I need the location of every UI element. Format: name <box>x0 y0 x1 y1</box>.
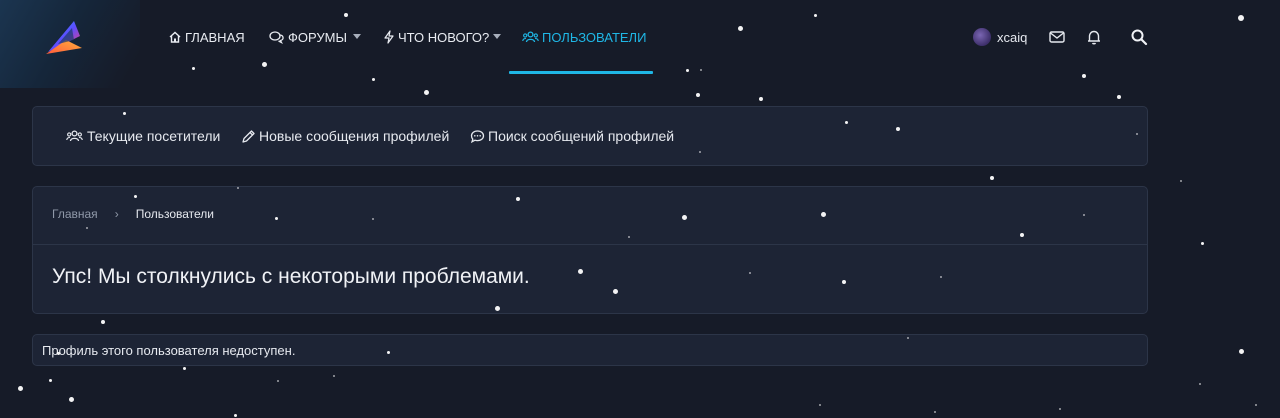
nav-home-label: ГЛАВНАЯ <box>185 29 245 45</box>
pencil-icon <box>242 129 255 143</box>
username: xcaiq <box>997 29 1028 45</box>
snowflake <box>759 97 763 101</box>
chevron-down-icon[interactable] <box>493 34 501 39</box>
nav-whats-new-label: ЧТО НОВОГО? <box>398 29 490 45</box>
breadcrumb: Главная › Пользователи <box>52 207 214 221</box>
header: ГЛАВНАЯ ФОРУМЫ ЧТО НОВОГО? ПОЛЬЗОВАТЕЛИ … <box>0 0 1280 88</box>
chevron-right-icon: › <box>114 207 119 221</box>
active-nav-indicator <box>509 71 653 74</box>
site-logo[interactable] <box>0 0 140 88</box>
bell-icon <box>1088 30 1100 45</box>
snowflake <box>1059 408 1061 410</box>
search-button[interactable] <box>1130 28 1148 46</box>
logo-icon <box>46 21 82 54</box>
snowflake <box>233 413 237 417</box>
content-panel: Главная › Пользователи Упс! Мы столкнули… <box>32 186 1148 314</box>
forums-icon <box>269 31 284 44</box>
snowflake <box>1200 241 1204 245</box>
snowflake <box>423 89 429 95</box>
nav-users-label: ПОЛЬЗОВАТЕЛИ <box>542 29 647 45</box>
snowflake <box>1180 180 1182 182</box>
subnav-new-profile-posts[interactable]: Новые сообщения профилей <box>241 128 449 144</box>
snowflake <box>48 378 52 382</box>
users-icon <box>522 31 539 43</box>
breadcrumb-home[interactable]: Главная <box>52 207 98 221</box>
snowflake <box>277 380 279 382</box>
snowflake <box>1117 95 1121 99</box>
home-icon <box>169 31 181 43</box>
subnav-search-profile-posts[interactable]: Поиск сообщений профилей <box>470 128 674 144</box>
divider <box>33 244 1147 245</box>
snowflake <box>1199 383 1201 385</box>
nav-forums[interactable]: ФОРУМЫ <box>269 27 347 47</box>
inbox-button[interactable] <box>1048 28 1066 46</box>
snowflake <box>17 385 23 391</box>
snowflake <box>1238 348 1244 354</box>
snowflake <box>182 366 186 370</box>
nav-home[interactable]: ГЛАВНАЯ <box>168 27 245 47</box>
snowflake <box>696 93 700 97</box>
error-message: Профиль этого пользователя недоступен. <box>42 343 296 358</box>
snowflake <box>819 404 821 406</box>
snowflake <box>333 375 335 377</box>
subnav-current-visitors-label: Текущие посетители <box>87 128 221 144</box>
breadcrumb-current[interactable]: Пользователи <box>136 207 214 221</box>
comment-icon <box>470 129 485 143</box>
users-icon <box>66 130 83 142</box>
chevron-down-icon[interactable] <box>353 34 361 39</box>
error-notice: Профиль этого пользователя недоступен. <box>32 334 1148 366</box>
page-title: Упс! Мы столкнулись с некоторыми проблем… <box>52 265 530 288</box>
envelope-icon <box>1049 31 1065 43</box>
subnav-new-profile-posts-label: Новые сообщения профилей <box>259 128 450 144</box>
avatar <box>973 28 991 46</box>
nav-users[interactable]: ПОЛЬЗОВАТЕЛИ <box>522 27 646 47</box>
user-menu[interactable]: xcaiq <box>973 26 1027 48</box>
subnav-search-profile-posts-label: Поиск сообщений профилей <box>488 128 675 144</box>
alerts-button[interactable] <box>1085 28 1103 46</box>
snowflake <box>68 396 74 402</box>
nav-forums-label: ФОРУМЫ <box>288 29 347 45</box>
snowflake <box>371 77 375 81</box>
snowflake <box>990 176 994 180</box>
bolt-icon <box>384 30 394 44</box>
snowflake <box>1255 404 1257 406</box>
sub-nav: Текущие посетители Новые сообщения профи… <box>32 106 1148 166</box>
snowflake <box>934 411 936 413</box>
page: ГЛАВНАЯ ФОРУМЫ ЧТО НОВОГО? ПОЛЬЗОВАТЕЛИ … <box>0 0 1280 418</box>
search-icon <box>1131 29 1148 46</box>
snowflake <box>101 320 105 324</box>
subnav-current-visitors[interactable]: Текущие посетители <box>65 128 220 144</box>
nav-whats-new[interactable]: ЧТО НОВОГО? <box>383 27 489 47</box>
